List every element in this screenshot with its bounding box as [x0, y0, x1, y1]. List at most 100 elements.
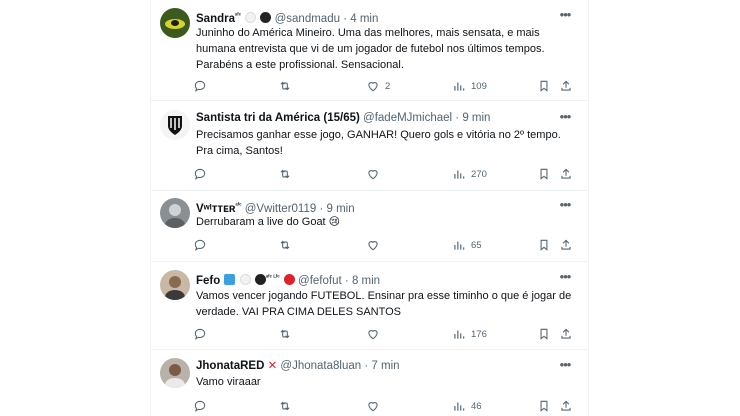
repost-button[interactable]	[278, 398, 297, 414]
heart-icon	[368, 82, 378, 92]
bookmark-icon	[540, 239, 548, 251]
avatar[interactable]	[160, 8, 190, 38]
display-name[interactable]: Santista tri da América (15/65)	[196, 112, 360, 124]
tweet[interactable]: JhonataRED ✕ @Jhonata8luan · 7 min ••• V…	[151, 350, 588, 416]
views-icon	[454, 241, 465, 250]
handle[interactable]: @fefofut	[298, 275, 342, 286]
reply-button[interactable]	[193, 78, 212, 94]
more-icon[interactable]: •••	[557, 270, 573, 288]
repost-icon	[280, 169, 290, 179]
handle[interactable]: @fadeMJmichael	[363, 112, 452, 124]
display-name[interactable]: Fefo	[196, 275, 220, 286]
reply-button[interactable]	[193, 166, 212, 182]
views-button[interactable]: 109	[452, 78, 487, 94]
view-count: 65	[471, 239, 482, 251]
views-icon	[454, 402, 465, 411]
wave-icon	[224, 273, 236, 285]
like-button[interactable]: 2	[366, 78, 390, 94]
handle[interactable]: @Vwitter0119	[245, 203, 317, 214]
timestamp[interactable]: 4 min	[350, 13, 378, 24]
tweet-text: Juninho do América Mineiro. Uma das melh…	[196, 27, 545, 71]
bookmark-button[interactable]	[537, 398, 551, 414]
views-button[interactable]: 176	[452, 326, 487, 342]
tweet-actions: 2 109	[193, 78, 576, 94]
reply-icon	[194, 400, 206, 412]
views-icon	[454, 170, 465, 179]
heart-icon	[368, 402, 378, 412]
separator: ·	[343, 12, 348, 24]
tweet-actions: 270	[193, 166, 576, 182]
views-button[interactable]: 270	[452, 166, 487, 182]
repost-button[interactable]	[278, 166, 297, 182]
repost-button[interactable]	[278, 78, 297, 94]
views-button[interactable]: 65	[452, 237, 482, 253]
reply-icon	[194, 239, 206, 251]
like-button[interactable]	[366, 326, 385, 342]
reply-button[interactable]	[193, 326, 212, 342]
tweet-actions: 65	[193, 237, 576, 253]
heart-icon	[368, 241, 378, 251]
cross-mark-icon: ✕	[267, 360, 278, 372]
avatar[interactable]	[160, 358, 190, 388]
reply-icon	[194, 80, 206, 92]
name-suffix: ᵃᶠᶜ	[235, 13, 241, 19]
tweet-header: Fefo ᵃᶠᶜ ᴸᶠᶜ @fefofut · 8 min	[196, 270, 548, 286]
bookmark-icon	[540, 400, 548, 412]
display-name[interactable]: Vʷᴵᴛᴛᴇʀ	[196, 203, 236, 214]
tweet-header: Santista tri da América (15/65) @fadeMJm…	[196, 110, 548, 126]
like-button[interactable]	[366, 166, 385, 182]
avatar[interactable]	[160, 110, 190, 140]
heart-icon	[368, 170, 378, 180]
tweet-header: JhonataRED ✕ @Jhonata8luan · 7 min	[196, 358, 548, 374]
bookmark-icon	[540, 328, 548, 340]
bookmark-button[interactable]	[537, 78, 551, 94]
more-icon[interactable]: •••	[557, 110, 573, 128]
display-name[interactable]: JhonataRED	[196, 360, 264, 372]
share-button[interactable]	[559, 326, 573, 342]
tweet[interactable]: Fefo ᵃᶠᶜ ᴸᶠᶜ @fefofut · 8 min ••• Vamos …	[151, 262, 588, 350]
timestamp[interactable]: 9 min	[327, 203, 355, 214]
avatar[interactable]	[160, 270, 190, 300]
avatar[interactable]	[160, 198, 190, 228]
reply-button[interactable]	[193, 398, 212, 414]
like-button[interactable]	[366, 237, 385, 253]
share-button[interactable]	[559, 237, 573, 253]
tweet-header: Sandraᵃᶠᶜ @sandmadu · 4 min	[196, 8, 548, 24]
heart-icon	[368, 330, 378, 340]
repost-button[interactable]	[278, 326, 297, 342]
separator: ·	[319, 202, 324, 214]
repost-icon	[280, 329, 290, 339]
share-button[interactable]	[559, 166, 573, 182]
repost-button[interactable]	[278, 237, 297, 253]
bookmark-icon	[540, 80, 548, 92]
tweet-actions: 176	[193, 326, 576, 342]
share-button[interactable]	[559, 398, 573, 414]
display-name[interactable]: Sandra	[196, 13, 235, 24]
timestamp[interactable]: 7 min	[371, 360, 399, 372]
handle[interactable]: @sandmadu	[275, 13, 340, 24]
timeline: Sandraᵃᶠᶜ @sandmadu · 4 min ••• Juninho …	[150, 0, 589, 416]
share-icon	[561, 328, 571, 339]
reply-button[interactable]	[193, 237, 212, 253]
name-suffix: ᵃᶠᶜ ᴸᶠᶜ	[265, 275, 280, 281]
like-button[interactable]	[366, 398, 385, 414]
views-icon	[454, 82, 465, 91]
name-suffix: ᵃᶠᶜ	[235, 203, 242, 209]
white-heart-icon	[245, 11, 257, 23]
bookmark-button[interactable]	[537, 326, 551, 342]
more-icon[interactable]: •••	[557, 8, 573, 26]
repost-icon	[280, 81, 290, 91]
bookmark-button[interactable]	[537, 237, 551, 253]
views-button[interactable]: 46	[452, 398, 482, 414]
tweet[interactable]: Sandraᵃᶠᶜ @sandmadu · 4 min ••• Juninho …	[151, 0, 588, 101]
tweet-text: Derrubaram a live do Goat 😢	[196, 216, 341, 228]
tweet[interactable]: Vʷᴵᴛᴛᴇʀᵃᶠᶜ @Vwitter0119 · 9 min ••• Derr…	[151, 191, 588, 262]
separator: ·	[364, 360, 369, 372]
share-button[interactable]	[559, 78, 573, 94]
timestamp[interactable]: 8 min	[352, 275, 380, 286]
tweet-text: Precisamos ganhar esse jogo, GANHAR! Que…	[196, 129, 561, 157]
bookmark-button[interactable]	[537, 166, 551, 182]
tweet[interactable]: Santista tri da América (15/65) @fadeMJm…	[151, 101, 588, 191]
timestamp[interactable]: 9 min	[462, 112, 490, 124]
handle[interactable]: @Jhonata8luan	[280, 360, 361, 372]
